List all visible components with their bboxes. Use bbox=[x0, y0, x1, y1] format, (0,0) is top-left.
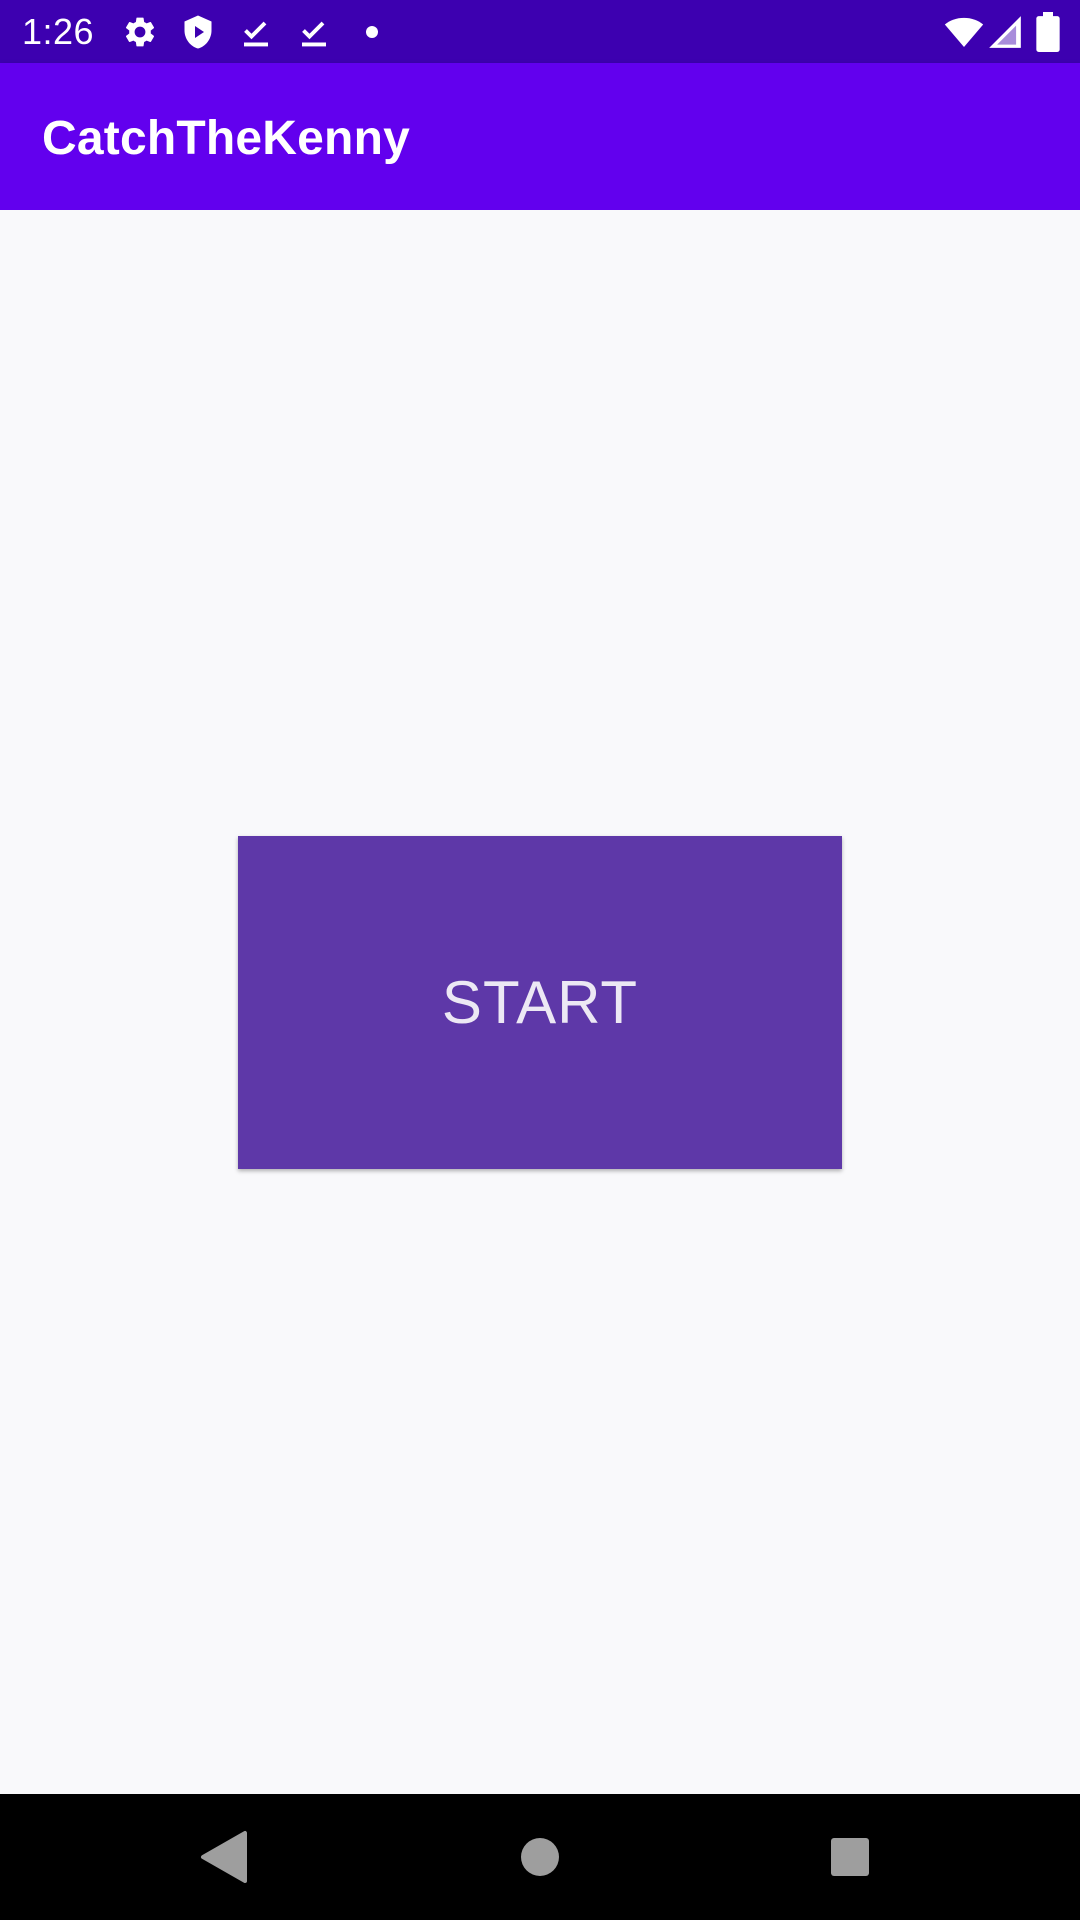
status-bar: 1:26 bbox=[0, 0, 1080, 63]
battery-icon bbox=[1036, 12, 1060, 52]
signal-icon bbox=[989, 16, 1021, 48]
start-button[interactable]: START bbox=[238, 836, 842, 1169]
wifi-icon bbox=[944, 17, 984, 47]
download-done-icon bbox=[244, 21, 268, 47]
app-title: CatchTheKenny bbox=[42, 112, 410, 165]
shield-play-icon bbox=[184, 15, 212, 49]
main-content: START bbox=[0, 210, 1080, 1794]
recents-icon[interactable] bbox=[810, 1817, 890, 1897]
navigation-bar bbox=[0, 1794, 1080, 1920]
download-done-icon bbox=[302, 21, 326, 47]
dot-icon bbox=[366, 26, 378, 38]
home-icon[interactable] bbox=[500, 1817, 580, 1897]
start-button-label: START bbox=[441, 968, 639, 1036]
back-icon[interactable] bbox=[185, 1817, 265, 1897]
app-bar: CatchTheKenny bbox=[0, 63, 1080, 210]
status-time: 1:26 bbox=[22, 11, 95, 52]
gear-icon bbox=[125, 17, 155, 47]
